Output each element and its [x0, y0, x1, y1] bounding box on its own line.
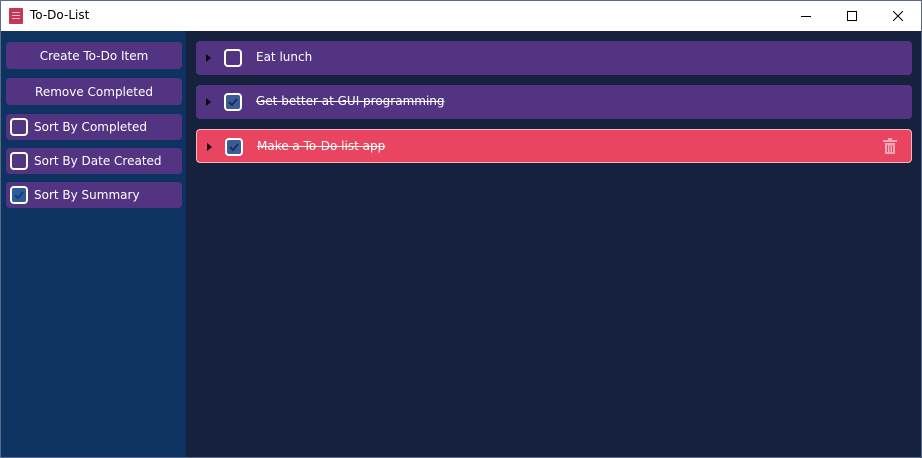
checkmark-icon — [14, 191, 24, 200]
checkmark-icon — [228, 98, 238, 107]
sort-by-summary-checkbox[interactable]: Sort By Summary — [6, 182, 182, 208]
todo-checkbox[interactable] — [224, 49, 242, 67]
app-window: To-Do-List Create To-Do Item Remove Comp… — [0, 0, 922, 458]
todo-summary: Make a To-Do list app — [257, 139, 386, 153]
expand-arrow-icon[interactable] — [206, 54, 211, 62]
expand-arrow-icon[interactable] — [207, 143, 212, 151]
remove-completed-button[interactable]: Remove Completed — [6, 78, 182, 105]
checkbox-unchecked-icon — [10, 118, 28, 136]
todo-list-panel: Eat lunch Get better at GUI programming … — [186, 31, 921, 457]
minimize-icon — [801, 16, 811, 17]
close-icon — [893, 11, 903, 21]
checkmark-icon — [229, 143, 239, 152]
checkbox-checked-icon — [10, 186, 28, 204]
minimize-button[interactable] — [783, 1, 829, 31]
todo-item[interactable]: Get better at GUI programming — [196, 85, 912, 119]
title-bar[interactable]: To-Do-List — [1, 1, 921, 31]
todo-item-selected[interactable]: Make a To-Do list app — [196, 129, 912, 163]
todo-summary: Eat lunch — [256, 50, 313, 64]
sort-option-label: Sort By Summary — [34, 188, 140, 202]
expand-arrow-icon[interactable] — [206, 98, 211, 106]
todo-summary: Get better at GUI programming — [256, 94, 445, 108]
checkbox-unchecked-icon — [10, 152, 28, 170]
trash-icon[interactable] — [883, 138, 897, 154]
maximize-button[interactable] — [829, 1, 875, 31]
sort-by-date-created-checkbox[interactable]: Sort By Date Created — [6, 148, 182, 174]
sidebar: Create To-Do Item Remove Completed Sort … — [1, 31, 186, 457]
todo-checkbox[interactable] — [224, 93, 242, 111]
sort-option-label: Sort By Completed — [34, 120, 148, 134]
window-title: To-Do-List — [30, 8, 90, 22]
todo-item[interactable]: Eat lunch — [196, 41, 912, 75]
maximize-icon — [847, 11, 857, 21]
todo-checkbox[interactable] — [225, 138, 243, 156]
sort-option-label: Sort By Date Created — [34, 154, 162, 168]
close-button[interactable] — [875, 1, 921, 31]
sort-by-completed-checkbox[interactable]: Sort By Completed — [6, 114, 182, 140]
notebook-icon — [9, 8, 23, 24]
create-todo-button[interactable]: Create To-Do Item — [6, 42, 182, 69]
